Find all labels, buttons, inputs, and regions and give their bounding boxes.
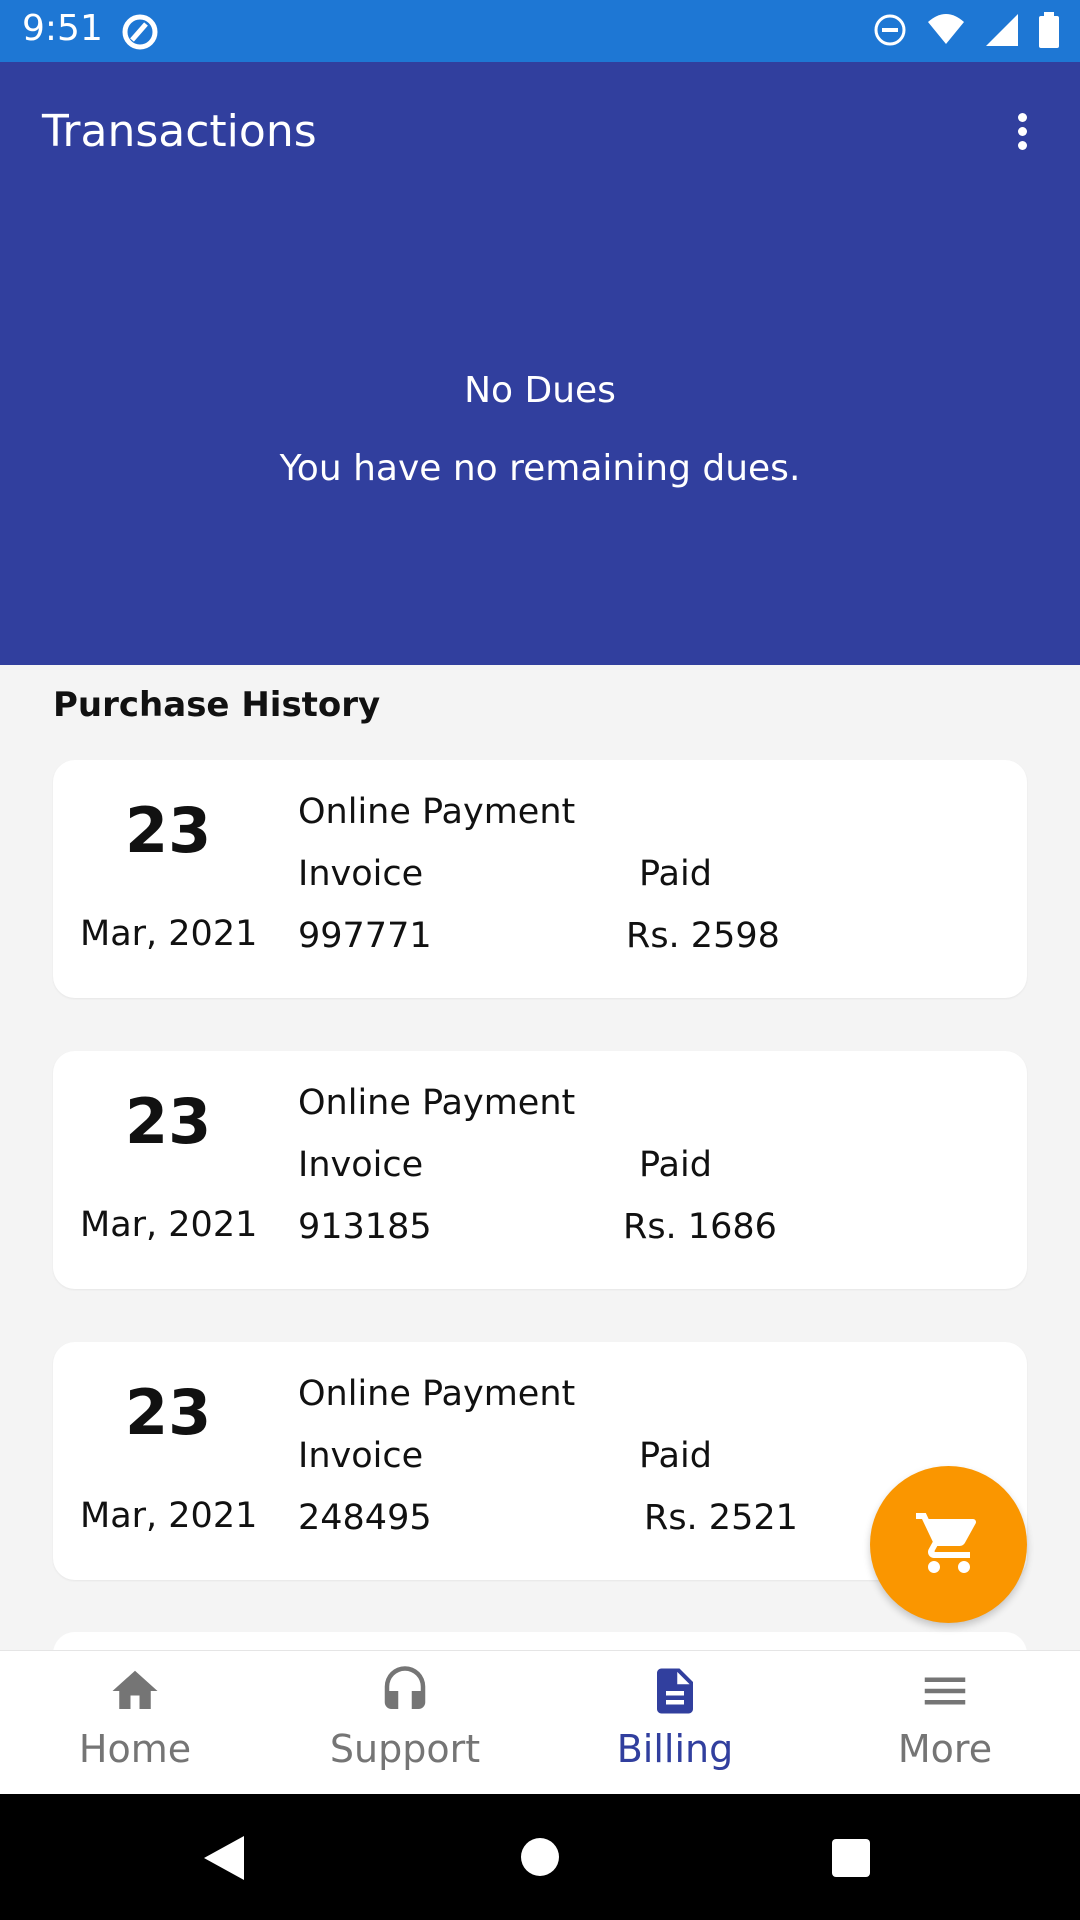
paid-amount: Rs. 2598	[626, 916, 780, 956]
status-time: 9:51	[22, 8, 103, 49]
signal-icon	[984, 12, 1020, 52]
dues-status-message: You have no remaining dues.	[279, 448, 801, 489]
paid-label: Paid	[639, 854, 712, 894]
invoice-number: 248495	[298, 1498, 432, 1538]
nav-label: Support	[329, 1727, 481, 1771]
purchase-month-year: Mar, 2021	[80, 914, 258, 954]
paid-label: Paid	[639, 1145, 712, 1185]
invoice-number: 997771	[298, 916, 432, 956]
invoice-label: Invoice	[298, 1436, 424, 1476]
nav-item-support[interactable]: Support	[270, 1651, 540, 1795]
nav-item-home[interactable]: Home	[0, 1651, 270, 1795]
purchase-month-year: Mar, 2021	[80, 1496, 258, 1536]
purchase-day: 23	[125, 1085, 212, 1158]
paid-amount: Rs. 1686	[623, 1207, 777, 1247]
page-title: Transactions	[42, 106, 317, 157]
purchase-month-year: Mar, 2021	[80, 1205, 258, 1245]
document-icon	[540, 1661, 810, 1721]
dues-status-title: No Dues	[464, 370, 616, 411]
headset-icon	[270, 1661, 540, 1721]
payment-type: Online Payment	[298, 1083, 576, 1123]
payment-type: Online Payment	[298, 792, 576, 832]
battery-icon	[1038, 12, 1060, 52]
cart-button[interactable]	[870, 1466, 1027, 1623]
purchase-day: 23	[125, 1376, 212, 1449]
overflow-menu-icon[interactable]	[1002, 108, 1042, 152]
do-not-disturb-icon	[872, 12, 908, 52]
menu-icon	[810, 1661, 1080, 1721]
nav-item-billing[interactable]: Billing	[540, 1651, 810, 1795]
payment-type: Online Payment	[298, 1374, 576, 1414]
invoice-number: 913185	[298, 1207, 432, 1247]
recents-icon[interactable]	[831, 1838, 871, 1882]
nav-item-more[interactable]: More	[810, 1651, 1080, 1795]
home-circle-icon[interactable]	[520, 1837, 560, 1881]
cart-icon	[913, 1507, 985, 1583]
status-bar: 9:51	[0, 0, 1080, 62]
purchase-card[interactable]: 23 Mar, 2021 Online Payment Invoice 9131…	[53, 1051, 1027, 1289]
purchase-card[interactable]: 23 Mar, 2021 Online Payment Invoice 9977…	[53, 760, 1027, 998]
invoice-label: Invoice	[298, 1145, 424, 1185]
system-navigation-bar	[0, 1794, 1080, 1920]
purchase-day: 23	[125, 794, 212, 867]
wifi-icon	[926, 12, 966, 52]
nav-label: More	[897, 1727, 993, 1771]
back-icon[interactable]	[202, 1834, 246, 1886]
paid-amount: Rs. 2521	[644, 1498, 798, 1538]
nav-label: Billing	[616, 1727, 734, 1771]
app-notification-icon	[120, 12, 160, 56]
paid-label: Paid	[639, 1436, 712, 1476]
nav-label: Home	[78, 1727, 192, 1771]
invoice-label: Invoice	[298, 854, 424, 894]
home-icon	[0, 1661, 270, 1721]
app-header: Transactions No Dues You have no remaini…	[0, 62, 1080, 665]
bottom-navigation: Home Support Billing More	[0, 1650, 1080, 1795]
purchase-history-title: Purchase History	[53, 685, 381, 725]
